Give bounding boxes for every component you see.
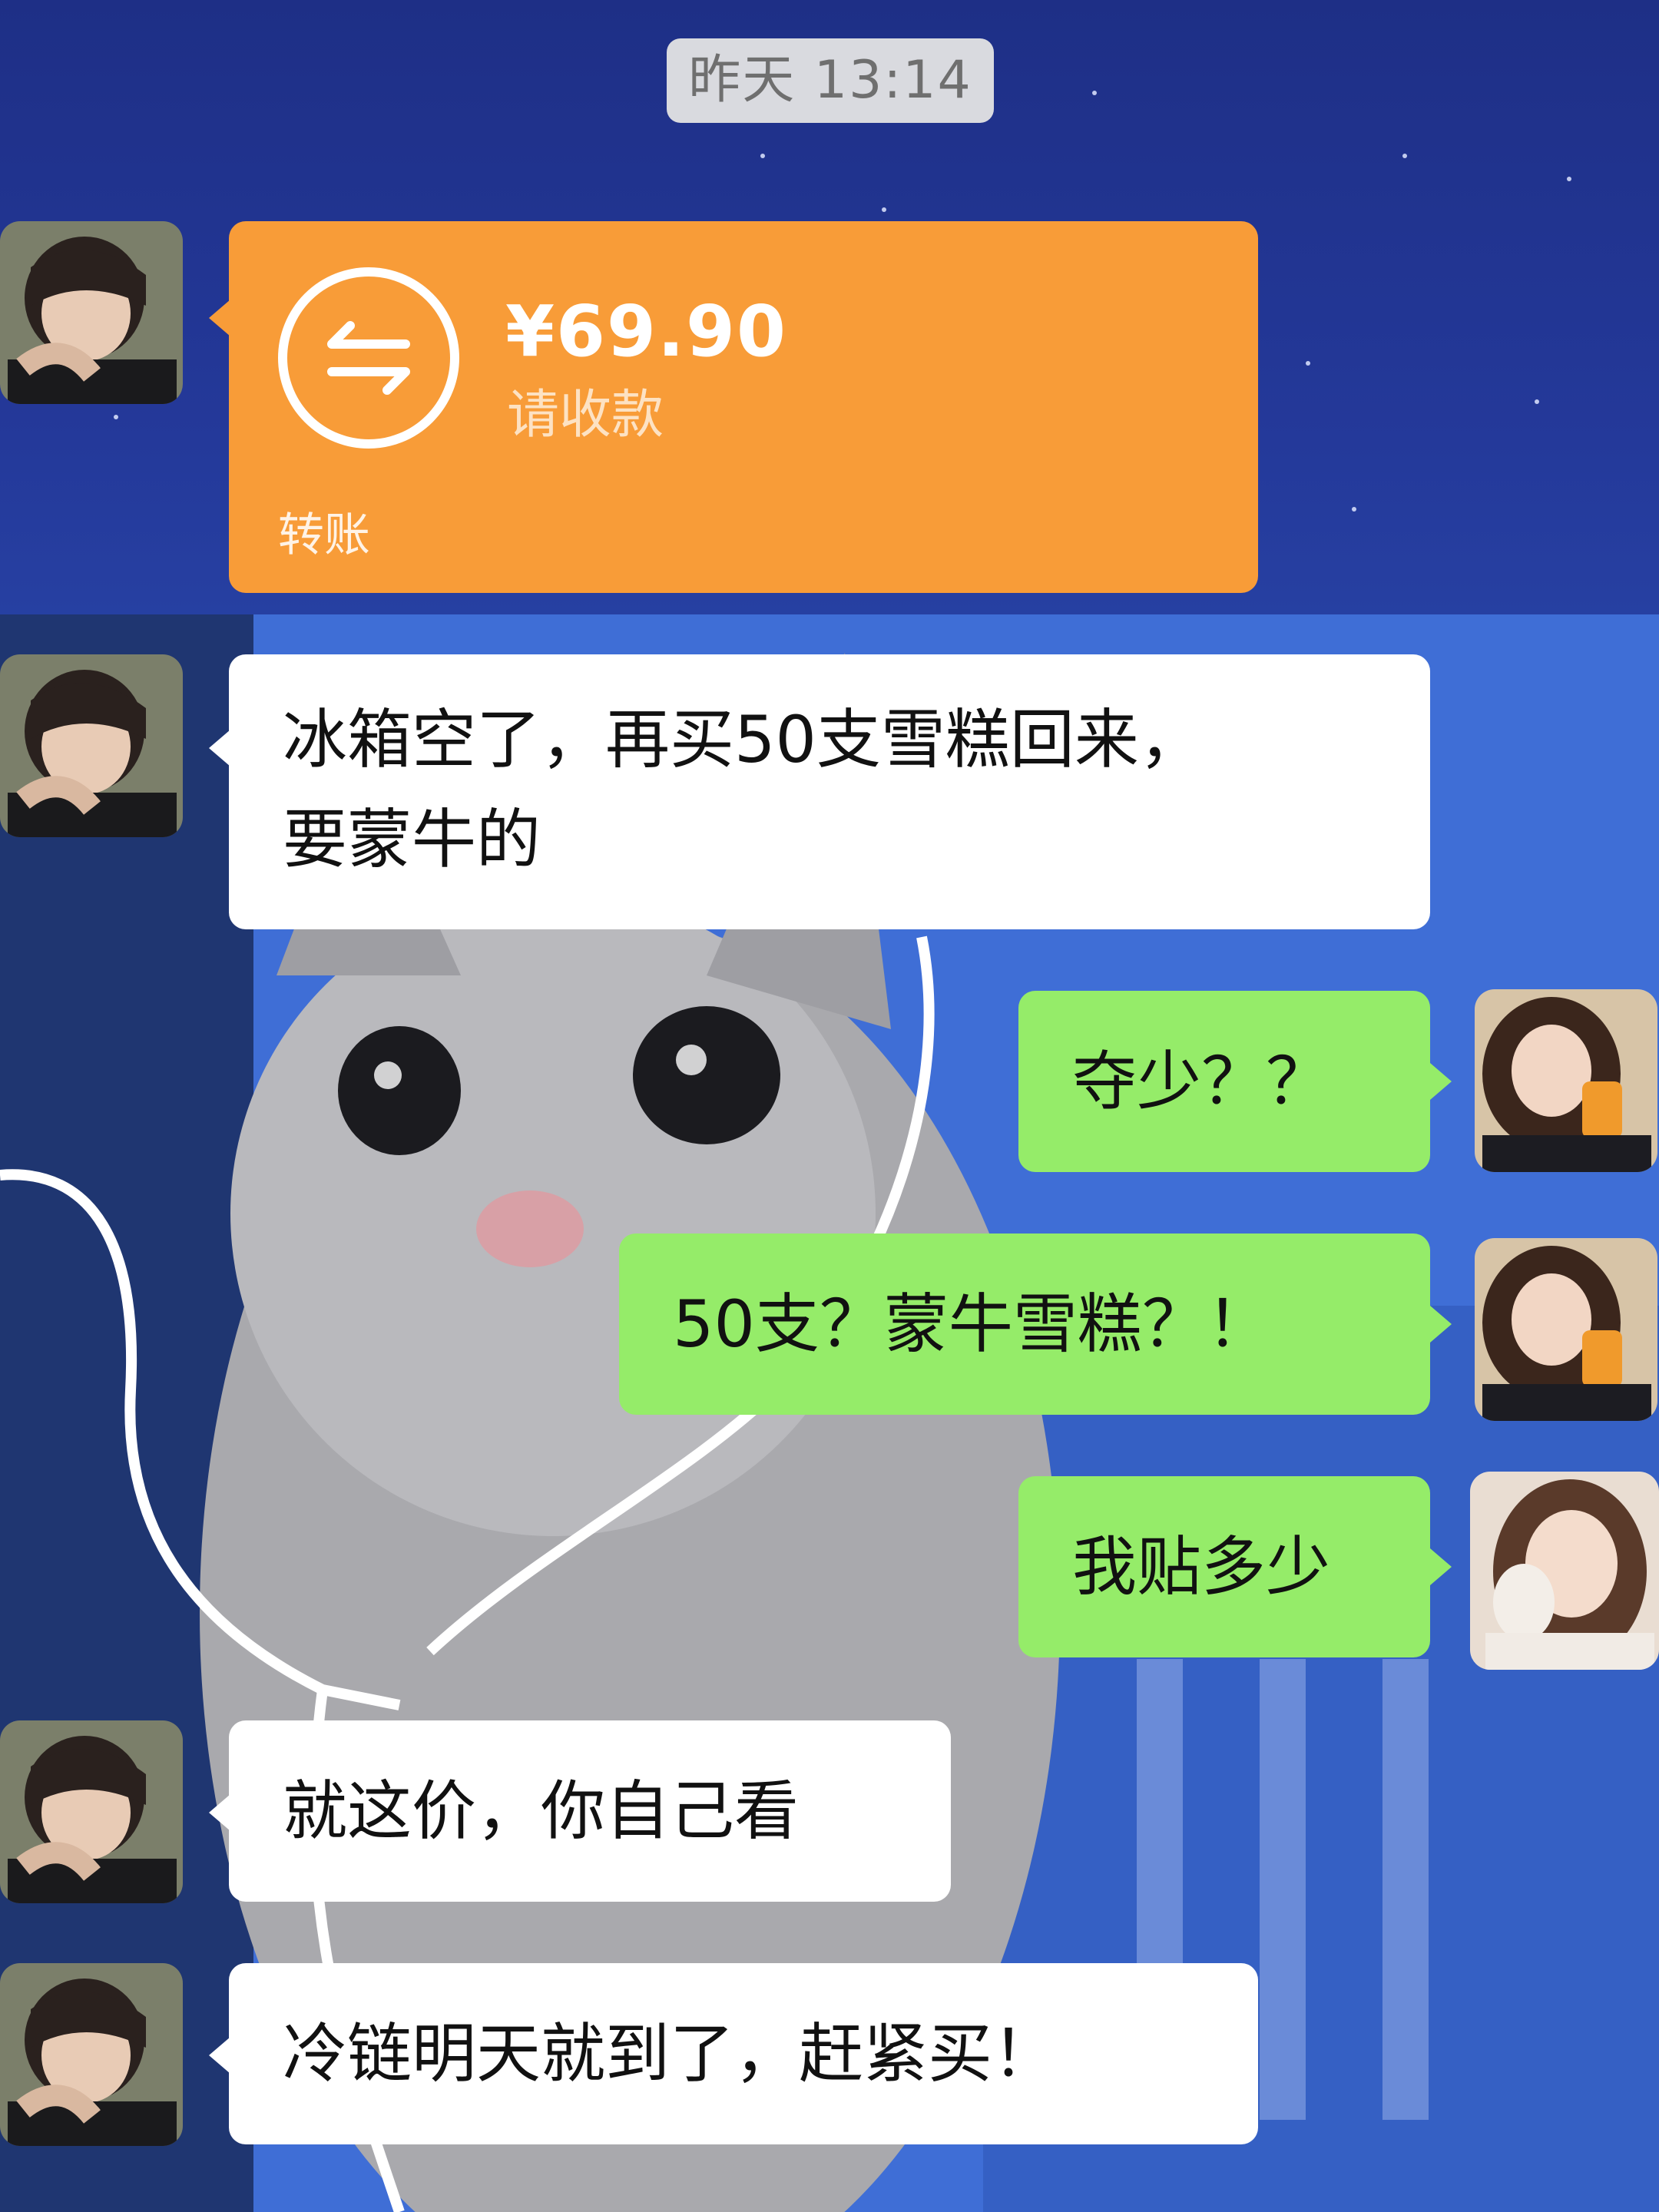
bubble-tail xyxy=(209,1794,230,1831)
message-bubble[interactable]: 50支？蒙牛雪糕？！ xyxy=(619,1233,1430,1415)
message-text: 冰箱空了，再买50支雪糕回来， xyxy=(283,702,1204,777)
transfer-card[interactable]: ¥69.90 请收款 转账 xyxy=(229,221,1258,593)
my-avatar[interactable] xyxy=(1475,989,1657,1172)
timestamp-label: 昨天 13:14 xyxy=(667,38,994,123)
message-bubble[interactable]: 我贴多少 xyxy=(1018,1476,1430,1657)
contact-avatar[interactable] xyxy=(0,1720,183,1903)
transfer-arrows-icon xyxy=(278,267,459,449)
message-text: 我贴多少 xyxy=(1072,1529,1331,1604)
bubble-tail xyxy=(1430,1063,1452,1100)
message-bubble[interactable]: 夺少？？ xyxy=(1018,991,1430,1172)
message-text: 夺少？？ xyxy=(1072,1044,1331,1119)
contact-avatar[interactable] xyxy=(0,221,183,404)
contact-avatar[interactable] xyxy=(0,1963,183,2146)
message-text: 要蒙牛的 xyxy=(283,802,541,877)
my-avatar[interactable] xyxy=(1470,1472,1659,1670)
bubble-tail xyxy=(1430,1306,1452,1343)
contact-avatar[interactable] xyxy=(0,654,183,837)
message-bubble[interactable]: 冷链明天就到了，赶紧买！ xyxy=(229,1963,1258,2144)
message-text: 就这价，你自己看 xyxy=(283,1773,800,1849)
bubble-tail xyxy=(1430,1548,1452,1585)
bubble-tail xyxy=(209,730,230,767)
transfer-amount: ¥69.90 xyxy=(505,290,788,373)
message-text: 50支？蒙牛雪糕？！ xyxy=(673,1286,1271,1362)
message-text: 冷链明天就到了，赶紧买！ xyxy=(283,2016,1058,2091)
transfer-footer-label: 转账 xyxy=(278,508,370,562)
my-avatar[interactable] xyxy=(1475,1238,1657,1421)
bubble-tail xyxy=(209,2037,230,2074)
message-bubble[interactable]: 就这价，你自己看 xyxy=(229,1720,951,1902)
message-bubble[interactable]: 冰箱空了，再买50支雪糕回来， 要蒙牛的 xyxy=(229,654,1430,929)
transfer-subtitle: 请收款 xyxy=(507,385,664,445)
bubble-tail xyxy=(209,300,230,336)
